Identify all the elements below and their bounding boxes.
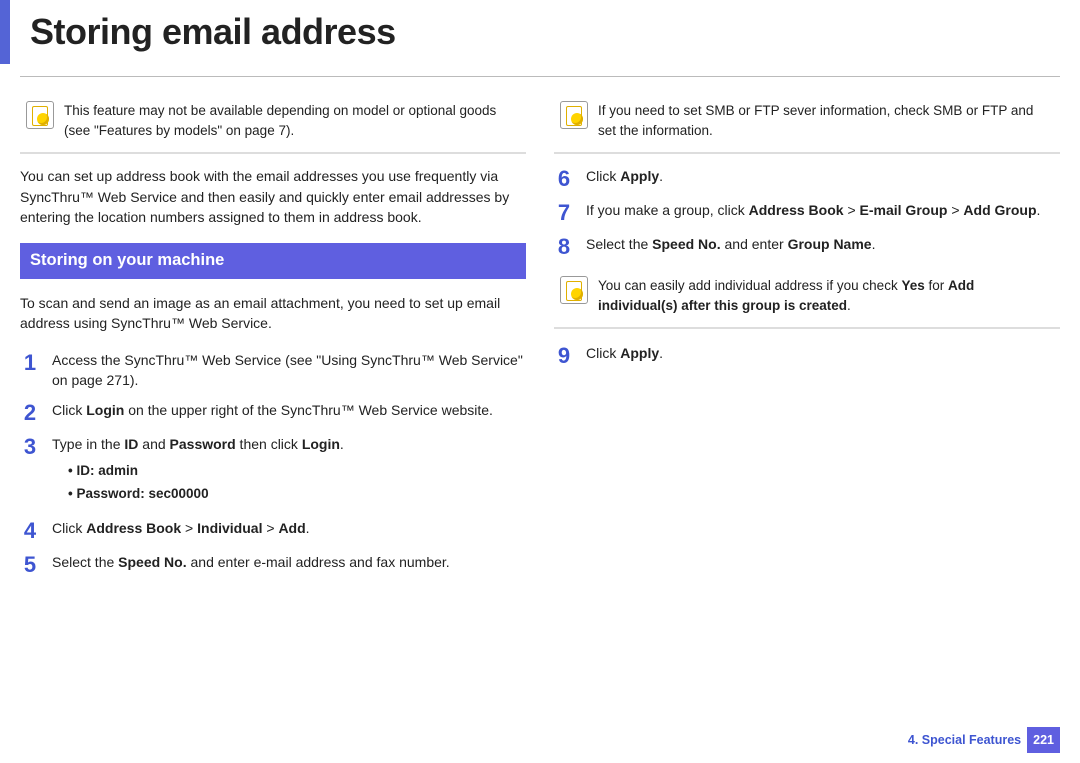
credentials-list: ID: admin Password: sec00000 <box>52 461 526 504</box>
text: You can easily add individual address if… <box>598 278 901 293</box>
text: If you make a group, click <box>586 202 749 218</box>
steps-right: 6 Click Apply. 7 If you make a group, cl… <box>554 166 1060 258</box>
step-1: 1 Access the SyncThru™ Web Service (see … <box>20 350 526 391</box>
note-text: You can easily add individual address if… <box>598 276 1054 315</box>
step-9: 9 Click Apply. <box>554 343 1060 367</box>
step-6: 6 Click Apply. <box>554 166 1060 190</box>
bold: E-mail Group <box>860 202 948 218</box>
text: Click <box>52 402 86 418</box>
step-5: 5 Select the Speed No. and enter e-mail … <box>20 552 526 576</box>
credential-id: ID: admin <box>68 461 526 481</box>
page-footer: 4. Special Features 221 <box>908 727 1060 753</box>
text: > <box>947 202 963 218</box>
note-feature-availability: This feature may not be available depend… <box>20 93 526 154</box>
note-text: This feature may not be available depend… <box>64 101 520 140</box>
note-icon <box>26 101 54 129</box>
bold: ID <box>124 436 138 452</box>
step-number: 9 <box>554 343 574 367</box>
step-number: 3 <box>20 434 40 458</box>
footer-page-number: 221 <box>1027 727 1060 753</box>
bold: Speed No. <box>652 236 720 252</box>
text: Select the <box>52 554 118 570</box>
step-number: 4 <box>20 518 40 542</box>
step-number: 5 <box>20 552 40 576</box>
text: on the upper right of the SyncThru™ Web … <box>124 402 493 418</box>
note-smb-ftp: If you need to set SMB or FTP sever info… <box>554 93 1060 154</box>
bold: Address Book <box>86 520 181 536</box>
text: > <box>262 520 278 536</box>
step-7: 7 If you make a group, click Address Boo… <box>554 200 1060 224</box>
left-column: This feature may not be available depend… <box>20 93 526 586</box>
text: . <box>872 236 876 252</box>
step-body: Select the Speed No. and enter e-mail ad… <box>52 552 526 572</box>
bold: Group Name <box>788 236 872 252</box>
section-heading: Storing on your machine <box>20 243 526 279</box>
steps-left: 1 Access the SyncThru™ Web Service (see … <box>20 350 526 576</box>
text: . <box>340 436 344 452</box>
bold: Speed No. <box>118 554 186 570</box>
step-number: 2 <box>20 400 40 424</box>
text: . <box>1037 202 1041 218</box>
text: Select the <box>586 236 652 252</box>
text: > <box>844 202 860 218</box>
note-divider <box>554 327 1060 329</box>
step-8: 8 Select the Speed No. and enter Group N… <box>554 234 1060 258</box>
text: for <box>925 278 948 293</box>
footer-chapter: 4. Special Features <box>908 731 1021 749</box>
note-text: If you need to set SMB or FTP sever info… <box>598 101 1054 140</box>
text: and enter <box>721 236 788 252</box>
text: Click <box>586 345 620 361</box>
step-4: 4 Click Address Book > Individual > Add. <box>20 518 526 542</box>
step-body: If you make a group, click Address Book … <box>586 200 1060 220</box>
bold: Individual <box>197 520 262 536</box>
text: Type in the <box>52 436 124 452</box>
text: then click <box>236 436 302 452</box>
step-number: 1 <box>20 350 40 374</box>
page-title: Storing email address <box>0 0 1080 64</box>
step-body: Click Apply. <box>586 166 1060 186</box>
bold: Apply <box>620 168 659 184</box>
step-body: Type in the ID and Password then click L… <box>52 434 526 507</box>
bold: Login <box>302 436 340 452</box>
bold: Apply <box>620 345 659 361</box>
step-2: 2 Click Login on the upper right of the … <box>20 400 526 424</box>
text: and enter e-mail address and fax number. <box>187 554 450 570</box>
text: > <box>181 520 197 536</box>
bold: Add <box>278 520 305 536</box>
bold: Login <box>86 402 124 418</box>
right-column: If you need to set SMB or FTP sever info… <box>554 93 1060 586</box>
text: . <box>847 298 851 313</box>
text: . <box>306 520 310 536</box>
section-intro: To scan and send an image as an email at… <box>20 293 526 334</box>
step-body: Access the SyncThru™ Web Service (see "U… <box>52 350 526 391</box>
note-icon <box>560 276 588 304</box>
bold: Password <box>170 436 236 452</box>
step-number: 8 <box>554 234 574 258</box>
text: Click <box>52 520 86 536</box>
text: . <box>659 345 663 361</box>
text: Click <box>586 168 620 184</box>
content-columns: This feature may not be available depend… <box>0 93 1080 586</box>
step-number: 7 <box>554 200 574 224</box>
text: . <box>659 168 663 184</box>
bold: Add Group <box>963 202 1036 218</box>
step-number: 6 <box>554 166 574 190</box>
bold: Address Book <box>749 202 844 218</box>
title-divider <box>20 76 1060 77</box>
step-body: Click Login on the upper right of the Sy… <box>52 400 526 420</box>
bold: Yes <box>901 278 924 293</box>
note-add-individual: You can easily add individual address if… <box>554 268 1060 319</box>
step-body: Select the Speed No. and enter Group Nam… <box>586 234 1060 254</box>
step-3: 3 Type in the ID and Password then click… <box>20 434 526 507</box>
step-body: Click Apply. <box>586 343 1060 363</box>
intro-paragraph: You can set up address book with the ema… <box>20 166 526 227</box>
note-icon <box>560 101 588 129</box>
text: and <box>138 436 169 452</box>
steps-right-2: 9 Click Apply. <box>554 343 1060 367</box>
credential-password: Password: sec00000 <box>68 484 526 504</box>
step-body: Click Address Book > Individual > Add. <box>52 518 526 538</box>
